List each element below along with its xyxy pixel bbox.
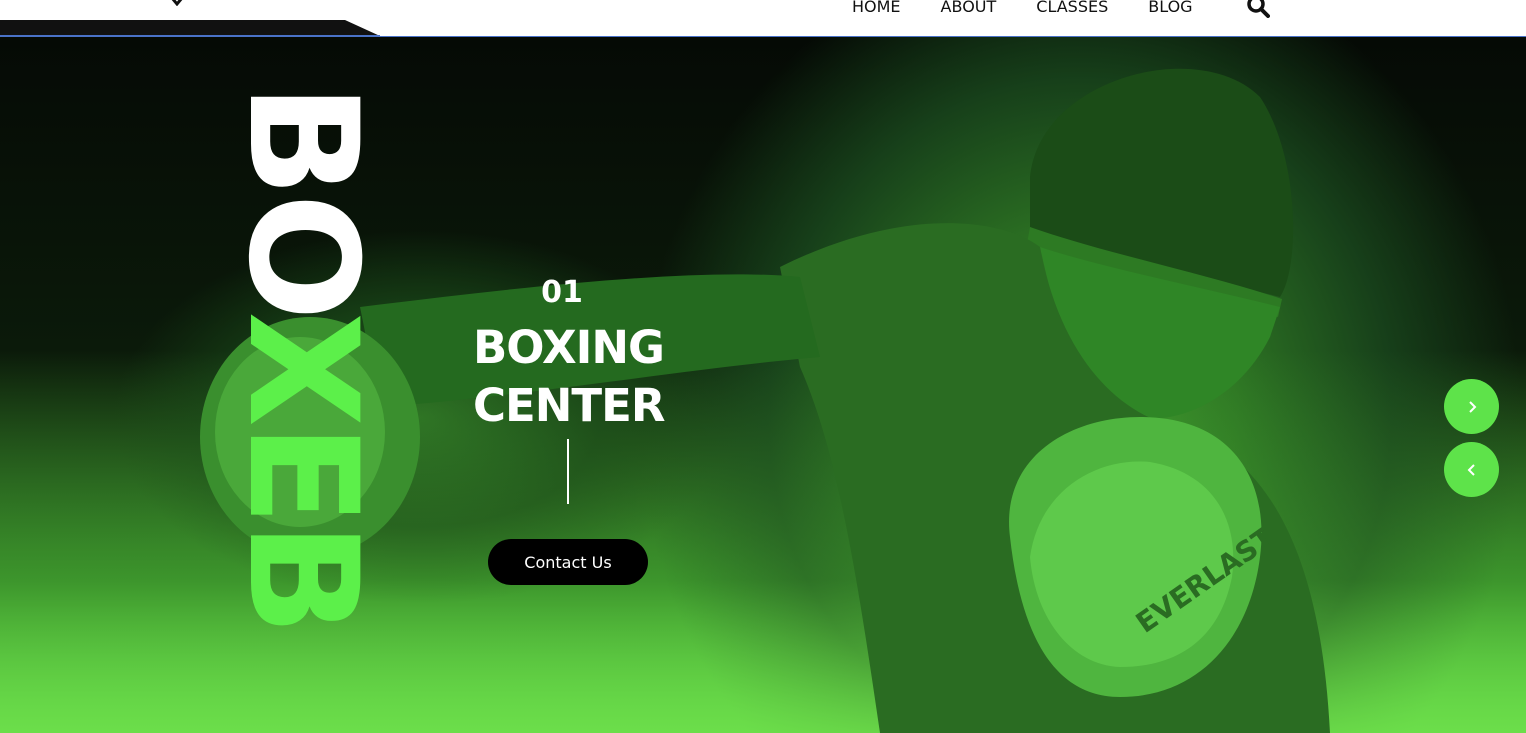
- nav-home[interactable]: HOME: [852, 0, 901, 20]
- vertical-word-green: XEB: [215, 311, 389, 632]
- contact-us-button[interactable]: Contact Us: [488, 539, 648, 585]
- chevron-right-icon: [1468, 400, 1476, 413]
- vertical-divider: [567, 439, 569, 504]
- slider-next-button[interactable]: [1444, 379, 1499, 434]
- search-icon[interactable]: [1246, 0, 1270, 18]
- site-header: HOME ABOUT CLASSES BLOG: [0, 0, 1526, 37]
- chevron-left-icon: [1467, 463, 1475, 476]
- logo-banner-shape: [0, 20, 380, 36]
- nav-blog[interactable]: BLOG: [1148, 0, 1192, 20]
- hero-slider: EVERLAST BOXEB 01 BOXING CENTER Contact …: [0, 37, 1526, 733]
- vertical-word-white: BO: [215, 83, 389, 312]
- hero-title: BOXING CENTER: [473, 319, 733, 435]
- vertical-brand-word: BOXEB: [215, 83, 389, 632]
- hero-title-line1: BOXING: [473, 321, 665, 374]
- main-nav: HOME ABOUT CLASSES BLOG: [852, 0, 1233, 20]
- slider-prev-button[interactable]: [1444, 442, 1499, 497]
- nav-about[interactable]: ABOUT: [941, 0, 997, 20]
- logo-icon[interactable]: [170, 0, 184, 6]
- hero-title-line2: CENTER: [473, 379, 666, 432]
- nav-classes[interactable]: CLASSES: [1036, 0, 1108, 20]
- slide-number: 01: [541, 275, 583, 310]
